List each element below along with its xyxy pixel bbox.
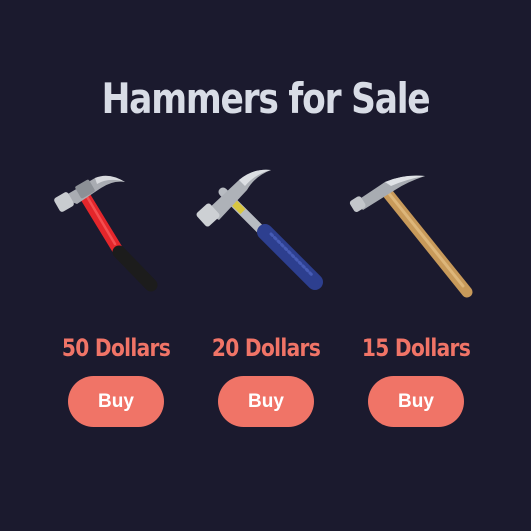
- blue-hammer-image: [196, 169, 323, 290]
- product-card: 50 Dollars Buy: [41, 160, 191, 440]
- buy-button[interactable]: Buy: [68, 376, 164, 427]
- red-hammer-image: [54, 175, 158, 292]
- product-card: 20 Dollars Buy: [191, 160, 341, 440]
- product-list: 50 Dollars Buy 20 Dollars Buy 15 Dollars…: [0, 160, 531, 460]
- product-price: 50 Dollars: [61, 334, 171, 362]
- product-card: 15 Dollars Buy: [341, 160, 491, 440]
- wooden-hammer-image: [349, 175, 473, 298]
- buy-button[interactable]: Buy: [218, 376, 314, 427]
- product-price: 20 Dollars: [211, 334, 321, 362]
- buy-button[interactable]: Buy: [368, 376, 464, 427]
- product-price: 15 Dollars: [361, 334, 471, 362]
- page-title: Hammers for Sale: [101, 74, 431, 124]
